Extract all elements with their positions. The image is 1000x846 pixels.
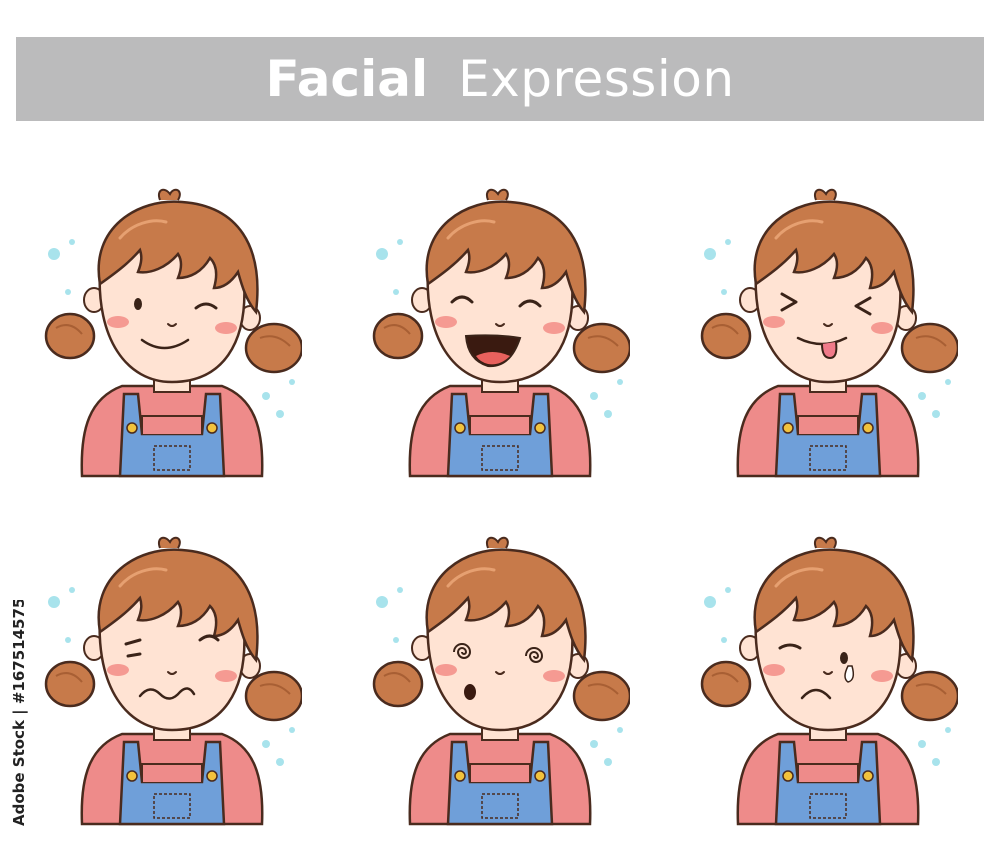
title-light-word: Expression [458,50,735,108]
girl-tongue-out-face [700,188,958,478]
page: Facial Expression Adobe Stock | #1675145… [0,0,1000,846]
girl-dizzy-face [372,536,630,826]
girl-winking-face [44,188,302,478]
girl-crying-face [700,536,958,826]
title-bold-word: Facial [265,50,429,108]
stock-id-watermark: Adobe Stock | #167514575 [10,600,29,826]
title-banner: Facial Expression [16,37,984,121]
stock-id-text: Adobe Stock | #167514575 [10,600,29,826]
girl-laughing-face [372,188,630,478]
page-title: Facial Expression [16,37,984,121]
girl-confused-face [44,536,302,826]
